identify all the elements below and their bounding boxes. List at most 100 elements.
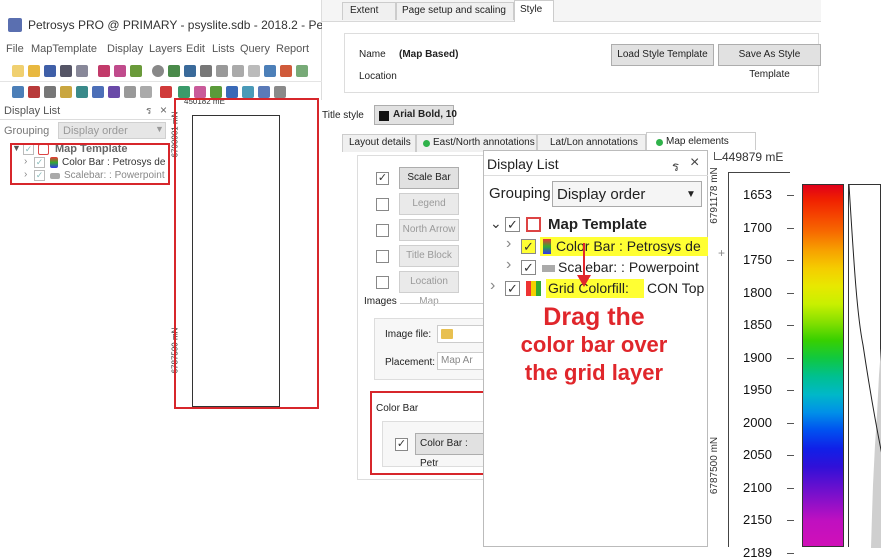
checkbox-title-block[interactable] [376,250,389,263]
close-icon[interactable]: × [690,154,699,172]
chevron-right-icon[interactable]: › [506,235,511,253]
location-map-button[interactable]: Location Map [399,271,459,307]
tool-9-icon[interactable] [140,86,152,98]
zoomed-tree-row-scalebar[interactable]: › ✓ Scalebar: : Powerpoint [484,256,709,277]
histogram [848,184,881,548]
pin-icon[interactable]: ร [672,156,679,177]
subtab-label: Lat/Lon annotations [550,137,638,148]
expand-icon[interactable]: ⌄ [490,215,502,232]
tool-1-icon[interactable] [12,86,24,98]
scale-tick-label: 1653 [743,187,772,202]
crosshair-icon: + [718,246,726,260]
checkbox-location-map[interactable] [376,276,389,289]
load-style-template-button[interactable]: Load Style Template [611,44,714,66]
tool-15-icon[interactable] [258,86,270,98]
checkbox[interactable]: ✓ [505,281,520,296]
tab-extent[interactable]: Extent [342,2,396,20]
scale-bar-button[interactable]: Scale Bar [399,167,459,189]
save-icon[interactable] [44,65,56,77]
menu-maptemplate[interactable]: MapTemplate [31,43,97,55]
checkbox-north-arrow[interactable] [376,224,389,237]
tool-5-icon[interactable] [76,86,88,98]
menu-report[interactable]: Report [276,43,309,55]
highlight-box-display-list [10,143,170,185]
grid-icon [526,281,541,296]
globe-icon[interactable] [152,65,164,77]
zoom-window-icon[interactable] [232,65,244,77]
subtab-map-elements[interactable]: Map elements [646,132,756,152]
scale-tick [787,552,794,554]
tool-6-icon[interactable] [92,86,104,98]
title-style-button[interactable]: Arial Bold, 10 [374,105,457,125]
menu-lists[interactable]: Lists [212,43,235,55]
scale-tick-label: 1850 [743,317,772,332]
grouping-select[interactable]: Display order ▼ [552,181,702,207]
pencil-icon[interactable] [160,86,172,98]
folder-icon[interactable] [441,329,453,339]
menu-layers[interactable]: Layers [149,43,182,55]
tool-3-icon[interactable] [44,86,56,98]
title-block-button[interactable]: Title Block [399,245,459,267]
template-icon [526,217,541,232]
tool-8-icon[interactable] [124,86,136,98]
tool-13-icon[interactable] [226,86,238,98]
subtab-layout-details[interactable]: Layout details [342,134,416,152]
checkbox-legend[interactable] [376,198,389,211]
images-group-label: Images [364,296,400,307]
zoom-icon[interactable] [168,65,180,77]
checkbox[interactable]: ✓ [505,217,520,232]
checkbox[interactable]: ✓ [521,239,536,254]
new-icon[interactable] [12,65,24,77]
page-icon[interactable] [76,65,88,77]
color-bar-group: Color Bar ✓ Color Bar : Petr [376,403,487,471]
menu-display[interactable]: Display [107,43,143,55]
zoomed-tree-row-map-template[interactable]: ⌄ ✓ Map Template [484,215,709,235]
name-value: (Map Based) [399,49,459,60]
chevron-right-icon[interactable]: › [506,256,511,274]
checkbox[interactable]: ✓ [521,260,536,275]
menu-edit[interactable]: Edit [186,43,205,55]
open-icon[interactable] [28,65,40,77]
options-icon[interactable] [296,65,308,77]
title-bar: Petrosys PRO @ PRIMARY - psyslite.sdb - … [0,12,355,36]
layer-b-icon[interactable] [114,65,126,77]
checkbox-scale-bar[interactable]: ✓ [376,172,389,185]
zoomed-tree-row-color-bar[interactable]: › ✓ Color Bar : Petrosys de [484,235,709,256]
subtab-bar: Layout details East/North annotations La… [342,132,821,152]
colorbar-map-canvas[interactable]: 449879 mE 6791178 mN 6787500 mN + 1653 17… [708,150,881,560]
tab-style[interactable]: Style [514,0,554,22]
histogram-chart [849,185,881,548]
pan-icon[interactable] [248,65,260,77]
tool-2-icon[interactable] [28,86,40,98]
grid-icon[interactable] [264,65,276,77]
tool-14-icon[interactable] [242,86,254,98]
color-bar-button[interactable]: Color Bar : Petr [415,433,487,469]
legend-button[interactable]: Legend [399,193,459,215]
save-as-style-template-button[interactable]: Save As Style Template [718,44,821,80]
layer-a-icon[interactable] [98,65,110,77]
zoomed-display-list-header: Display List ร × [484,151,709,176]
grouping-select[interactable]: Display order ▼ [58,122,166,139]
chevron-right-icon[interactable]: › [490,277,495,295]
tool-4-icon[interactable] [60,86,72,98]
scale-tick-label: 1800 [743,284,772,300]
close-icon[interactable]: × [160,103,167,117]
tab-page-setup[interactable]: Page setup and scaling [396,2,514,20]
tool-7-icon[interactable] [108,86,120,98]
zoom-out-icon[interactable] [184,65,196,77]
pin-icon[interactable]: ร [146,104,151,119]
zoomed-tree-row-grid-colorfill[interactable]: › ✓ Grid Colorfill: CON Top El [484,277,721,298]
checkbox-color-bar[interactable]: ✓ [395,438,408,451]
north-arrow-button[interactable]: North Arrow [399,219,459,241]
chevron-down-icon: ▼ [686,189,696,200]
app-window: Petrosys PRO @ PRIMARY - psyslite.sdb - … [0,0,355,480]
refresh-icon[interactable] [280,65,292,77]
zoom-in-icon[interactable] [200,65,212,77]
zoom-fit-icon[interactable] [216,65,228,77]
layer-c-icon[interactable] [130,65,142,77]
menu-file[interactable]: File [6,43,24,55]
print-icon[interactable] [60,65,72,77]
menu-query[interactable]: Query [240,43,270,55]
scale-tick-label: 2000 [743,414,772,430]
tool-16-icon[interactable] [274,86,286,98]
